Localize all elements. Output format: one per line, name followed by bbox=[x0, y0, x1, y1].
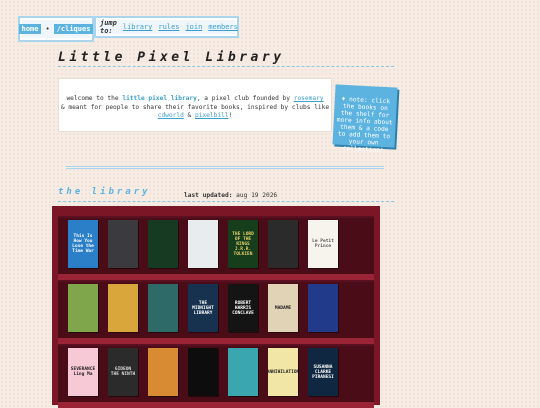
club-name: little pixel library bbox=[122, 95, 197, 102]
book-cover[interactable] bbox=[148, 348, 178, 396]
page-title: Little Pixel Library bbox=[58, 50, 285, 65]
book-cover[interactable] bbox=[188, 348, 218, 396]
book-cover[interactable] bbox=[188, 220, 218, 268]
book-cover[interactable]: ROBERT HARRIS CONCLAVE bbox=[228, 284, 258, 332]
nav-link-rules[interactable]: rules bbox=[158, 23, 179, 31]
welcome-amp: & bbox=[183, 112, 195, 120]
shelf-row-3: SEVERANCE Ling Ma GIDEON THE NINTH ANNIHIL… bbox=[58, 344, 374, 408]
book-cover[interactable] bbox=[228, 348, 258, 396]
title-divider bbox=[58, 66, 394, 67]
welcome-text-4: ! bbox=[228, 112, 233, 120]
book-cover[interactable] bbox=[308, 284, 338, 332]
book-cover[interactable]: Le Petit Prince bbox=[308, 220, 338, 268]
last-updated-label: last updated: bbox=[184, 192, 233, 199]
book-cover[interactable]: ANNIHILATION bbox=[268, 348, 298, 396]
book-cover[interactable]: SEVERANCE Ling Ma bbox=[68, 348, 98, 396]
note-sticker: ♦ note: click the books on the shelf for… bbox=[332, 84, 398, 154]
welcome-text-1: welcome to the bbox=[66, 95, 123, 102]
shelf-row-2: THE MIDNIGHT LIBRARY ROBERT HARRIS CONCLA… bbox=[58, 280, 374, 344]
nav-separator: • bbox=[45, 25, 50, 33]
book-cover[interactable] bbox=[148, 220, 178, 268]
book-cover[interactable] bbox=[108, 220, 138, 268]
section-divider bbox=[66, 166, 384, 169]
bookshelf: This Is How You Lose the Time War THE LOR… bbox=[52, 206, 380, 408]
last-updated-date: aug 19 2026 bbox=[236, 192, 278, 199]
book-cover[interactable]: GIDEON THE NINTH bbox=[108, 348, 138, 396]
book-cover[interactable]: SUSANNA CLARKE PIRANESI bbox=[308, 348, 338, 396]
nav-link-join[interactable]: join bbox=[185, 23, 202, 31]
welcome-text-2: , a pixel club founded by bbox=[196, 95, 294, 102]
founder-link[interactable]: rosemary bbox=[294, 95, 324, 102]
nav-link-members[interactable]: members bbox=[208, 23, 238, 31]
book-cover[interactable]: THE LORD OF THE RINGS J.R.R. TOLKIEN bbox=[228, 220, 258, 268]
library-divider bbox=[58, 201, 394, 202]
book-cover[interactable] bbox=[108, 284, 138, 332]
nav-home-link[interactable]: home bbox=[18, 24, 42, 34]
book-cover[interactable]: THE MIDNIGHT LIBRARY bbox=[188, 284, 218, 332]
book-cover[interactable]: This Is How You Lose the Time War bbox=[68, 220, 98, 268]
jump-to-label: jump to: bbox=[100, 19, 117, 35]
nav-cliques-link[interactable]: /cliques bbox=[53, 24, 94, 34]
welcome-text-3: & meant for people to share their favori… bbox=[60, 103, 330, 111]
book-cover[interactable]: MADAME bbox=[268, 284, 298, 332]
pixelbill-link[interactable]: pixelbill bbox=[195, 112, 229, 119]
last-updated: last updated: aug 19 2026 bbox=[184, 192, 277, 199]
book-cover[interactable] bbox=[268, 220, 298, 268]
book-cover[interactable] bbox=[148, 284, 178, 332]
nav-home-box: home • /cliques bbox=[18, 16, 94, 42]
welcome-box: welcome to the little pixel library, a p… bbox=[58, 78, 332, 132]
shelf-row-1: This Is How You Lose the Time War THE LOR… bbox=[58, 216, 374, 280]
cdworld-link[interactable]: cdworld bbox=[158, 112, 184, 119]
book-cover[interactable] bbox=[68, 284, 98, 332]
nav-link-library[interactable]: library bbox=[123, 23, 153, 31]
library-title: the library bbox=[58, 187, 151, 197]
nav-jump-box: jump to: library rules join members bbox=[94, 16, 239, 38]
